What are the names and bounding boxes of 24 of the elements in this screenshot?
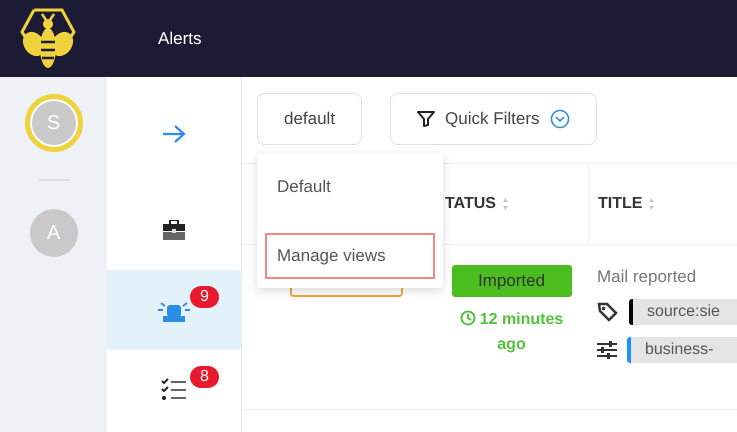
quick-filters-button[interactable]: Quick Filters xyxy=(390,93,597,145)
count-badge: 9 xyxy=(190,286,219,308)
menu-item[interactable]: Manage views xyxy=(265,233,435,279)
clock-icon xyxy=(460,310,476,326)
column-header[interactable]: TITLE xyxy=(598,195,642,213)
tag-chip: business- xyxy=(627,337,737,363)
page-title: Alerts xyxy=(158,28,202,48)
checklist-icon xyxy=(161,378,187,402)
count-badge: 8 xyxy=(190,366,219,388)
sliders-icon xyxy=(597,341,617,359)
arrow-right-icon[interactable] xyxy=(162,124,186,144)
view-button[interactable]: default xyxy=(257,93,362,145)
time-text: 12 minutes ago xyxy=(446,307,576,357)
tags-icon xyxy=(597,302,619,322)
chevron-down-icon xyxy=(550,109,570,129)
tag-chip: source:sie xyxy=(629,299,737,325)
column-header[interactable]: TATUS xyxy=(445,195,496,213)
briefcase-icon xyxy=(163,220,185,240)
filter-icon xyxy=(417,111,436,127)
menu-item[interactable]: Default xyxy=(257,153,443,219)
status-badge: Imported xyxy=(452,265,572,297)
nav-item[interactable]: 9 xyxy=(107,270,241,350)
alert-title[interactable]: Mail reported xyxy=(597,267,737,287)
nav-item[interactable]: 8 xyxy=(107,350,241,430)
